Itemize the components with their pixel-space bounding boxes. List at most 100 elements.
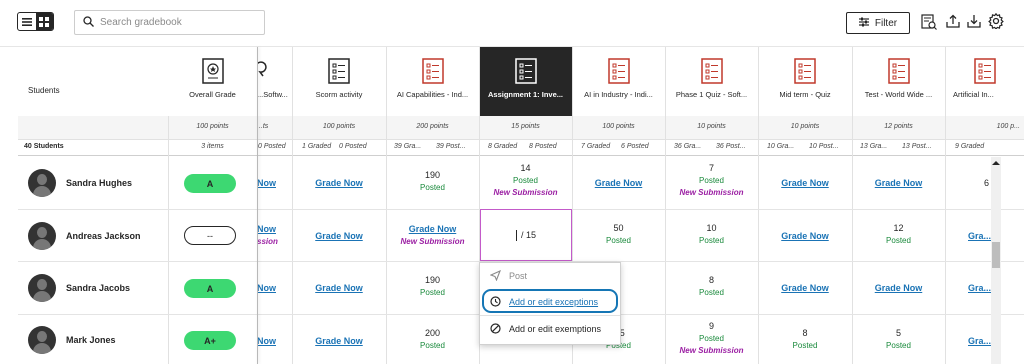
menu-item-post[interactable]: Post: [480, 263, 620, 289]
block-icon: [490, 322, 501, 336]
posted-stat: 10 Post...: [809, 143, 839, 150]
grade-cell[interactable]: 14 Posted New Submission: [479, 163, 572, 197]
avatar: [28, 222, 56, 250]
grade-now-link[interactable]: Grade Now: [852, 178, 945, 188]
filter-label: Filter: [874, 17, 898, 29]
grade-now-link[interactable]: Grade Now: [852, 283, 945, 293]
overall-grade-pill[interactable]: --: [184, 226, 236, 245]
grade-now-link[interactable]: Now: [257, 224, 278, 234]
posted-status: Posted: [420, 183, 445, 192]
grade-edit-input[interactable]: / 15: [480, 209, 572, 261]
points-label: 100 points: [602, 123, 635, 130]
column-header-mid-term-quiz[interactable]: Mid term - Quiz: [758, 47, 852, 116]
grade-cell[interactable]: 8 Posted: [665, 275, 758, 297]
grade-now-link[interactable]: Grade Now: [572, 178, 665, 188]
grade-now-link[interactable]: Gra...: [968, 336, 991, 346]
grade-value: 12: [893, 223, 904, 233]
new-submission-status: New Submission: [679, 346, 744, 355]
posted-status: Posted: [699, 334, 724, 343]
grid-view-icon[interactable]: [35, 13, 53, 30]
posted-stat: 39 Post...: [436, 143, 466, 150]
overall-grade-pill[interactable]: A+: [184, 331, 236, 350]
column-header-overall-grade[interactable]: Overall Grade: [168, 47, 257, 116]
grade-cell[interactable]: 9 Posted New Submission: [665, 321, 758, 355]
posted-stat: 0 Posted: [339, 143, 367, 150]
grade-now-link[interactable]: Grade Now: [758, 231, 852, 241]
column-title: Overall Grade: [189, 90, 236, 99]
upload-icon[interactable]: [946, 14, 960, 30]
column-header-ai-in-industry[interactable]: AI in Industry - Indi...: [572, 47, 665, 116]
grade-cell[interactable]: 7 Posted New Submission: [665, 163, 758, 197]
column-header-test-world-wide[interactable]: Test - World Wide ...: [852, 47, 945, 116]
grade-now-link[interactable]: Grade Now: [292, 336, 386, 346]
grade-cell[interactable]: 5 Posted: [852, 328, 945, 350]
column-header-assignment-1[interactable]: Assignment 1: Inve...: [479, 47, 572, 116]
grade-cell[interactable]: 200 Posted: [386, 328, 479, 350]
grade-cell[interactable]: 190 Posted: [386, 275, 479, 297]
settings-gear-icon[interactable]: [988, 12, 1004, 31]
list-view-icon[interactable]: [18, 13, 36, 30]
overall-grade-pill[interactable]: A: [184, 174, 236, 193]
scroll-up-arrow-icon[interactable]: [992, 158, 1000, 168]
grade-cell[interactable]: 10 Posted: [665, 223, 758, 245]
grade-now-link[interactable]: Grade Now: [758, 283, 852, 293]
graded-stat: 39 Gra...: [394, 143, 422, 150]
filter-button[interactable]: Filter: [846, 12, 910, 34]
grade-cell[interactable]: 12 Posted: [852, 223, 945, 245]
menu-item-exemptions[interactable]: Add or edit exemptions: [480, 316, 620, 342]
points-label: 200 points: [416, 123, 449, 130]
grade-now-link[interactable]: Grade Now: [292, 283, 386, 293]
grade-now-link[interactable]: Grade Now: [758, 178, 852, 188]
grade-cell[interactable]: Now ssion: [257, 224, 278, 246]
column-header-artificial-intelligence[interactable]: Artificial In...: [945, 47, 1024, 116]
grade-value[interactable]: 6: [984, 178, 989, 188]
menu-item-exceptions[interactable]: Add or edit exceptions: [480, 289, 620, 315]
grade-cell[interactable]: 50 Posted: [572, 223, 665, 245]
grade-now-link[interactable]: Now: [257, 178, 276, 188]
gradebook-toolbar: Search gradebook Filter: [0, 0, 1024, 47]
grade-cell[interactable]: Grade Now New Submission: [386, 224, 479, 246]
student-name[interactable]: Mark Jones: [66, 335, 116, 345]
overall-grade-pill[interactable]: A: [184, 279, 236, 298]
menu-item-label: Add or edit exemptions: [509, 324, 602, 334]
grade-value: 7: [708, 163, 714, 173]
graded-stat: 9 Graded: [955, 143, 985, 150]
posted-status: Posted: [886, 236, 911, 245]
grade-now-link[interactable]: Grade Now: [292, 231, 386, 241]
grade-now-link[interactable]: Gra...: [968, 231, 991, 241]
grade-now-link[interactable]: Now: [257, 283, 276, 293]
scrollbar-thumb[interactable]: [992, 242, 1000, 268]
graded-stat: 7 Graded: [581, 143, 611, 150]
posted-status: Posted: [420, 288, 445, 297]
download-icon[interactable]: [967, 14, 981, 30]
grade-now-link[interactable]: Grade Now: [386, 224, 479, 234]
column-header-scorm-activity[interactable]: Scorm activity: [292, 47, 386, 116]
student-name[interactable]: Andreas Jackson: [66, 231, 141, 241]
posted-stat: 13 Post...: [902, 143, 932, 150]
posted-status: Posted: [420, 341, 445, 350]
column-header-ai-capabilities[interactable]: AI Capabilities - Ind...: [386, 47, 479, 116]
grade-now-link[interactable]: Gra...: [968, 283, 991, 293]
grade-cell[interactable]: 190 Posted: [386, 170, 479, 192]
points-label: 10 points: [697, 123, 726, 130]
student-name[interactable]: Sandra Jacobs: [66, 283, 130, 293]
grade-now-link[interactable]: Now: [257, 336, 276, 346]
avatar: [28, 274, 56, 302]
students-column-header[interactable]: Students: [28, 86, 60, 95]
search-input[interactable]: Search gradebook: [74, 10, 265, 35]
grade-report-icon[interactable]: [921, 14, 937, 32]
column-title: Assignment 1: Inve...: [487, 90, 564, 99]
posted-status: Posted: [699, 176, 724, 185]
grade-options-menu: Post Add or edit exceptions Add or edit …: [479, 262, 621, 345]
column-title: Phase 1 Quiz - Soft...: [675, 90, 748, 99]
column-header-software[interactable]: ...Softw...: [257, 47, 292, 116]
column-header-phase-1-quiz[interactable]: Phase 1 Quiz - Soft...: [665, 47, 758, 116]
column-title: AI in Industry - Indi...: [584, 90, 653, 99]
new-submission-status: New Submission: [679, 188, 744, 197]
view-toggle[interactable]: [17, 12, 54, 31]
grade-value: 9: [708, 321, 714, 331]
student-name[interactable]: Sandra Hughes: [66, 178, 132, 188]
grade-now-link[interactable]: Grade Now: [292, 178, 386, 188]
grade-cell[interactable]: 8 Posted: [758, 328, 852, 350]
posted-status: Posted: [792, 341, 818, 350]
